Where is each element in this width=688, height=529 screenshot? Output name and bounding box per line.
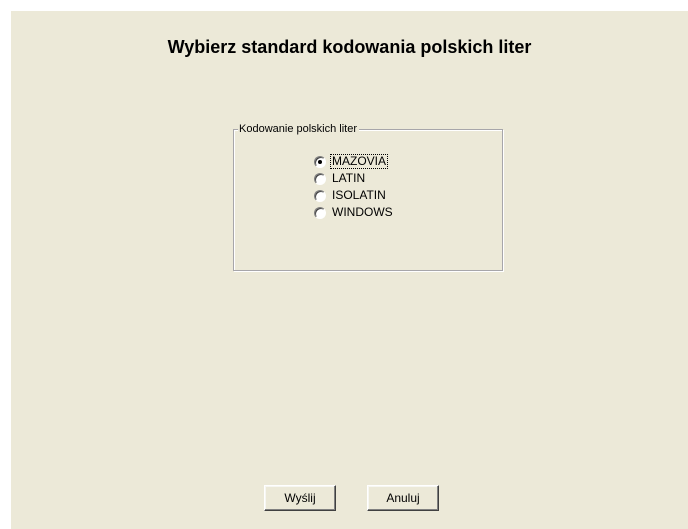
dialog-title: Wybierz standard kodowania polskich lite… [167,37,532,57]
radio-button-latin[interactable] [314,172,326,185]
groupbox-legend: Kodowanie polskich liter [238,122,360,136]
radio-button-windows[interactable] [314,206,326,219]
encoding-dialog: Wybierz standard kodowania polskich lite… [11,11,688,529]
radio-option-mazovia[interactable]: MAZOVIA [314,153,394,170]
radio-label-mazovia[interactable]: MAZOVIA [329,154,389,169]
encoding-options: MAZOVIA LATIN ISOLATIN WINDOWS [314,153,394,221]
radio-option-windows[interactable]: WINDOWS [314,204,394,221]
radio-button-isolatin[interactable] [314,189,326,202]
radio-button-mazovia[interactable] [314,155,326,168]
encoding-groupbox: Kodowanie polskich liter MAZOVIA LATIN I… [233,122,503,271]
radio-selected-dot [318,159,322,164]
radio-label-windows[interactable]: WINDOWS [331,206,394,219]
radio-option-isolatin[interactable]: ISOLATIN [314,187,394,204]
cancel-button[interactable]: Anuluj [367,485,439,511]
radio-option-latin[interactable]: LATIN [314,170,394,187]
send-button[interactable]: Wyślij [264,485,336,511]
radio-label-latin[interactable]: LATIN [331,172,366,185]
radio-label-isolatin[interactable]: ISOLATIN [331,189,387,202]
